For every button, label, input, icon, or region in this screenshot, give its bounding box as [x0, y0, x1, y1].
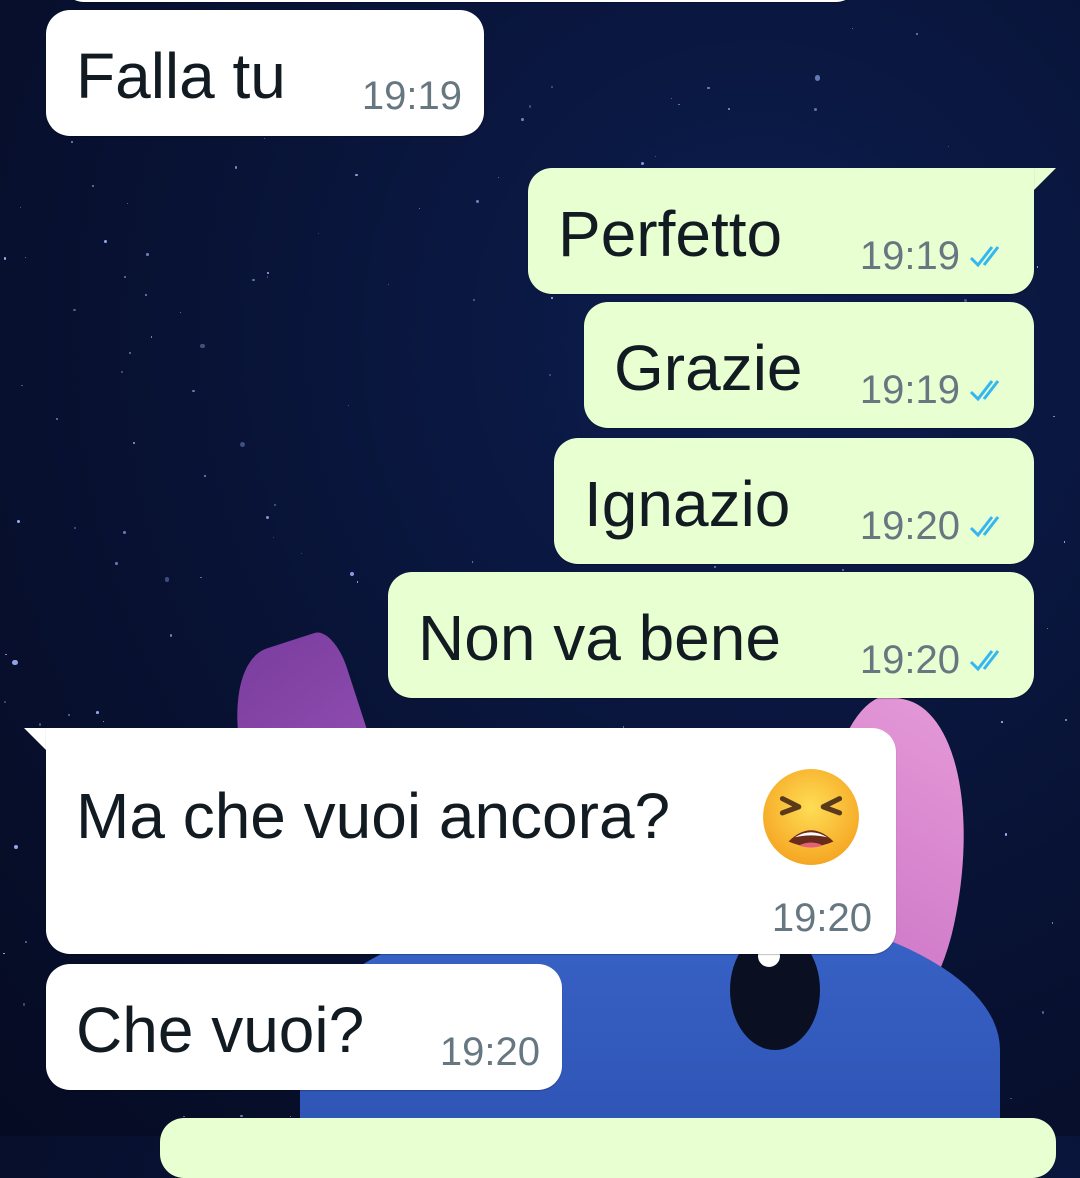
message-bubble-outgoing[interactable]: Grazie 19:19: [584, 302, 1034, 428]
message-meta: 19:20: [860, 640, 1008, 680]
tired-face-emoji: [763, 769, 859, 865]
message-text: Ma che vuoi ancora?: [76, 780, 671, 852]
message-time: 19:19: [361, 74, 462, 118]
message-meta: 19:20: [440, 1032, 540, 1072]
message-text: Perfetto: [558, 198, 783, 270]
message-time: 19:19: [859, 234, 960, 278]
double-check-icon: [969, 246, 1000, 268]
message-meta: 19:20: [772, 898, 872, 938]
message-text: Grazie: [614, 332, 803, 404]
message-bubble-incoming[interactable]: Che vuoi? 19:20: [46, 964, 562, 1090]
message-text: Falla tu: [76, 40, 286, 112]
double-check-icon: [969, 516, 1000, 538]
message-bubble-incoming[interactable]: Falla tu 19:19: [46, 10, 484, 136]
message-time: 19:20: [771, 896, 872, 940]
message-text: Ignazio: [584, 468, 791, 540]
message-meta: 19:19: [362, 76, 462, 116]
bubble-tail: [1034, 168, 1056, 190]
message-time: 19:20: [439, 1030, 540, 1074]
message-text: Non va bene: [418, 602, 781, 674]
bubble-tail: [24, 728, 46, 750]
message-meta: 19:19: [860, 236, 1008, 276]
message-bubble-outgoing[interactable]: Ignazio 19:20: [554, 438, 1034, 564]
message-meta: 19:20: [860, 506, 1008, 546]
message-time: 19:19: [859, 368, 960, 412]
message-text: Che vuoi?: [76, 994, 365, 1066]
message-meta: 19:19: [860, 370, 1008, 410]
message-bubble-incoming[interactable]: Ma che vuoi ancora? 19:20: [46, 728, 896, 954]
message-list[interactable]: Falla tu 19:19 Perfetto 19:19 Grazie 19:…: [0, 0, 1080, 1178]
message-bubble-partial[interactable]: [60, 0, 860, 2]
double-check-icon: [969, 650, 1000, 672]
message-bubble-outgoing[interactable]: Perfetto 19:19: [528, 168, 1034, 294]
message-time: 19:20: [859, 638, 960, 682]
message-time: 19:20: [859, 504, 960, 548]
message-bubble-partial[interactable]: [160, 1118, 1056, 1178]
double-check-icon: [969, 380, 1000, 402]
message-bubble-outgoing[interactable]: Non va bene 19:20: [388, 572, 1034, 698]
